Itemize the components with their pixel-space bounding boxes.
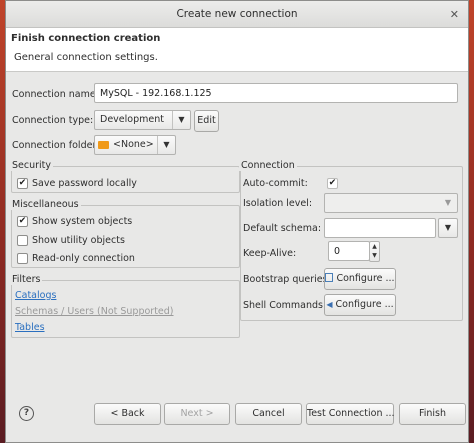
auto-commit-checkbox[interactable]: ✔ xyxy=(327,178,338,189)
isolation-level-select[interactable]: ▼ xyxy=(324,193,458,213)
save-password-label: Save password locally xyxy=(32,178,137,189)
finish-button[interactable]: Finish xyxy=(399,403,466,425)
read-only-checkbox[interactable] xyxy=(17,253,28,264)
default-schema-input[interactable] xyxy=(324,218,436,238)
connection-type-label: Connection type: xyxy=(12,115,94,126)
edit-button[interactable]: Edit xyxy=(194,110,219,132)
isolation-level-label: Isolation level: xyxy=(243,198,313,209)
keep-alive-spinner[interactable]: ▲ ▼ xyxy=(369,241,380,262)
show-utility-objects-checkbox[interactable] xyxy=(17,235,28,246)
connection-name-input[interactable] xyxy=(94,83,458,103)
edit-icon xyxy=(325,273,334,282)
schemas-users-link: Schemas / Users (Not Supported) xyxy=(15,306,174,317)
show-utility-objects-label: Show utility objects xyxy=(32,235,125,246)
show-system-objects-checkbox[interactable]: ✔ xyxy=(17,216,28,227)
bootstrap-configure-button[interactable]: Configure ... xyxy=(324,268,396,290)
connection-type-value: Development xyxy=(100,114,164,125)
filters-group-title: Filters xyxy=(10,274,43,285)
security-group-title: Security xyxy=(10,160,54,171)
dialog-window: Create new connection ✕ Finish connectio… xyxy=(5,0,469,443)
shell-icon: ◀ xyxy=(326,300,333,309)
connection-name-label: Connection name: xyxy=(12,89,99,100)
header-title: Finish connection creation xyxy=(11,33,161,44)
header-subtitle: General connection settings. xyxy=(14,52,158,63)
chevron-down-icon: ▼ xyxy=(444,198,452,207)
help-icon[interactable]: ? xyxy=(19,406,34,421)
read-only-label: Read-only connection xyxy=(32,253,135,264)
bootstrap-queries-label: Bootstrap queries: xyxy=(243,274,331,285)
next-button: Next > xyxy=(164,403,230,425)
show-system-objects-label: Show system objects xyxy=(32,216,133,227)
wizard-header: Finish connection creation General conne… xyxy=(6,28,468,72)
cancel-button[interactable]: Cancel xyxy=(235,403,302,425)
save-password-checkbox[interactable]: ✔ xyxy=(17,178,28,189)
tables-link[interactable]: Tables xyxy=(15,322,45,333)
connection-folder-label: Connection folder: xyxy=(12,140,100,151)
keep-alive-label: Keep-Alive: xyxy=(243,248,297,259)
connection-folder-value: <None> xyxy=(113,139,154,150)
test-connection-button[interactable]: Test Connection ... xyxy=(306,403,395,425)
misc-group-title: Miscellaneous xyxy=(10,199,81,210)
shell-configure-label: Configure ... xyxy=(335,299,394,310)
default-schema-label: Default schema: xyxy=(243,223,322,234)
chevron-down-icon: ▼ xyxy=(172,111,190,129)
chevron-down-icon: ▼ xyxy=(444,223,452,232)
connection-folder-select[interactable]: <None> ▼ xyxy=(94,135,176,155)
connection-group-title: Connection xyxy=(239,160,297,171)
keep-alive-input[interactable] xyxy=(328,241,370,261)
folder-icon xyxy=(98,141,109,149)
window-title: Create new connection xyxy=(176,8,298,20)
shell-commands-label: Shell Commands: xyxy=(243,300,327,311)
default-schema-dropdown[interactable]: ▼ xyxy=(438,218,458,238)
bootstrap-configure-label: Configure ... xyxy=(336,273,395,284)
shell-configure-button[interactable]: ◀ Configure ... xyxy=(324,294,396,316)
title-bar: Create new connection ✕ xyxy=(6,1,468,28)
chevron-down-icon: ▼ xyxy=(157,136,175,154)
auto-commit-label: Auto-commit: xyxy=(243,178,308,189)
close-icon[interactable]: ✕ xyxy=(450,1,459,28)
catalogs-link[interactable]: Catalogs xyxy=(15,290,56,301)
back-button[interactable]: < Back xyxy=(94,403,161,425)
connection-type-select[interactable]: Development ▼ xyxy=(94,110,191,130)
